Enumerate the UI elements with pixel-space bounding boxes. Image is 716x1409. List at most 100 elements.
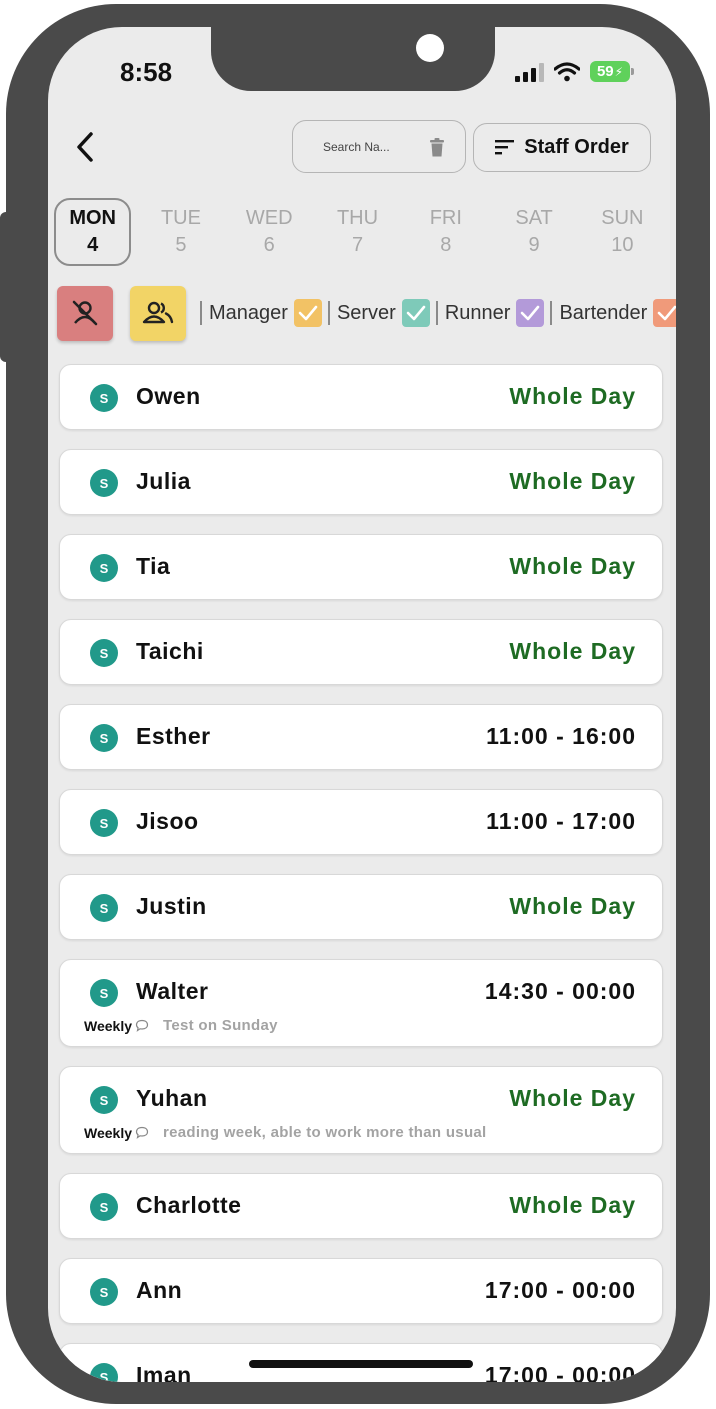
day-name: SAT <box>515 207 553 229</box>
staff-role-badge: S <box>90 809 118 837</box>
staff-card[interactable]: S Walter 14:30 - 00:00 Weekly Test on Su… <box>59 959 663 1047</box>
staff-card[interactable]: S Yuhan Whole Day Weekly reading week, a… <box>59 1066 663 1154</box>
availability-time: Whole Day <box>509 1085 636 1111</box>
staff-role-badge: S <box>90 639 118 667</box>
status-time: 8:58 <box>120 57 173 87</box>
role-checkbox[interactable] <box>516 299 545 327</box>
staff-order-label: Staff Order <box>524 136 629 158</box>
day-tab-wed[interactable]: WED 6 <box>231 198 308 266</box>
staff-card[interactable]: S Esther 11:00 - 16:00 <box>59 704 663 770</box>
staff-name: Esther <box>136 723 211 749</box>
day-number: 5 <box>175 234 187 256</box>
app-screen: 8:58 59⚡ Staff Order <box>48 27 676 1382</box>
availability-time: 11:00 - 17:00 <box>486 808 636 834</box>
check-icon <box>298 305 318 321</box>
divider <box>435 301 438 325</box>
frequency-label: Weekly <box>84 1124 132 1141</box>
divider <box>327 301 330 325</box>
role-filter-server[interactable]: Server <box>327 299 430 327</box>
users-icon <box>142 301 174 324</box>
day-name: FRI <box>429 207 462 229</box>
staff-card[interactable]: S Owen Whole Day <box>59 364 663 430</box>
staff-name: Jisoo <box>136 808 199 834</box>
staff-role-badge: S <box>90 1193 118 1221</box>
availability-time: 17:00 - 00:00 <box>484 1362 636 1382</box>
staff-card[interactable]: S Ann 17:00 - 00:00 <box>59 1258 663 1324</box>
staff-name: Charlotte <box>136 1192 242 1218</box>
battery-level: 59 <box>596 63 614 80</box>
role-label: Manager <box>209 301 288 324</box>
role-filter-bartender[interactable]: Bartender <box>550 299 676 327</box>
divider <box>200 301 202 325</box>
status-icons: 59 ⚡ <box>515 61 634 82</box>
availability-time: Whole Day <box>509 383 636 409</box>
comment-text: reading week, able to work more than usu… <box>163 1124 487 1141</box>
battery-indicator: 59 ⚡ <box>590 61 634 82</box>
availability-time: Whole Day <box>509 553 636 579</box>
staff-card[interactable]: S Charlotte Whole Day <box>59 1173 663 1239</box>
back-button[interactable] <box>70 127 100 167</box>
role-checkbox[interactable] <box>293 299 322 327</box>
availability-time: 11:00 - 16:00 <box>486 723 636 749</box>
staff-role-badge: S <box>90 979 118 1007</box>
day-tab-tue[interactable]: TUE 5 <box>142 198 219 266</box>
staff-role-badge: S <box>90 894 118 922</box>
day-number: 9 <box>528 234 540 256</box>
staff-name: Iman <box>136 1362 192 1382</box>
staff-role-badge: S <box>90 384 118 412</box>
trash-icon[interactable] <box>429 138 445 157</box>
staff-list: S Owen Whole Day S Julia Whole Day S Tia… <box>59 364 663 1382</box>
unavailable-filter-button[interactable] <box>57 285 113 341</box>
staff-name: Ann <box>136 1277 183 1303</box>
staff-card[interactable]: S Justin Whole Day <box>59 874 663 940</box>
availability-time: 17:00 - 00:00 <box>484 1277 636 1303</box>
availability-time: Whole Day <box>509 1192 636 1218</box>
search-input[interactable] <box>321 138 415 155</box>
staff-name: Walter <box>136 978 209 1004</box>
day-number: 6 <box>263 234 275 256</box>
day-tab-mon[interactable]: MON 4 <box>54 198 132 266</box>
back-icon <box>77 132 93 162</box>
availability-time: Whole Day <box>509 468 636 494</box>
sort-icon <box>495 140 515 155</box>
role-checkbox[interactable] <box>653 299 676 327</box>
role-filter-runner[interactable]: Runner <box>435 299 545 327</box>
check-icon <box>521 305 540 321</box>
day-tab-thu[interactable]: THU 7 <box>319 198 396 266</box>
staff-card[interactable]: S Julia Whole Day <box>59 449 663 515</box>
day-name: TUE <box>160 207 201 229</box>
comment-bubble-icon <box>135 1126 149 1139</box>
divider <box>550 301 553 325</box>
day-selector: MON 4 TUE 5 WED 6 THU 7 FRI 8 SAT 9 SUN 10 <box>54 198 672 266</box>
home-indicator[interactable] <box>249 1360 473 1368</box>
staff-card[interactable]: S Tia Whole Day <box>59 534 663 600</box>
availability-note: Weekly Test on Sunday <box>84 1017 278 1034</box>
staff-card[interactable]: S Jisoo 11:00 - 17:00 <box>59 789 663 855</box>
availability-time: 14:30 - 00:00 <box>484 978 636 1004</box>
day-name: MON <box>69 207 116 229</box>
role-filter-row: Manager Server Runner Bartender <box>57 285 676 341</box>
staff-card[interactable]: S Taichi Whole Day <box>59 619 663 685</box>
role-filter-manager[interactable]: Manager <box>200 299 322 327</box>
day-number: 4 <box>87 234 99 256</box>
day-number: 7 <box>351 234 364 256</box>
staff-name: Owen <box>136 383 201 409</box>
day-tab-fri[interactable]: FRI 8 <box>407 198 484 266</box>
staff-name: Taichi <box>136 638 204 664</box>
role-checkbox[interactable] <box>401 299 430 327</box>
comment-text: Test on Sunday <box>163 1017 278 1034</box>
day-tab-sat[interactable]: SAT 9 <box>495 198 572 266</box>
role-label: Bartender <box>559 301 648 324</box>
day-name: THU <box>336 207 379 229</box>
search-box <box>292 120 466 173</box>
staff-name: Julia <box>136 468 191 494</box>
check-icon <box>406 305 426 321</box>
available-filter-button[interactable] <box>130 285 186 341</box>
day-name: SUN <box>601 207 644 229</box>
staff-name: Yuhan <box>136 1085 208 1111</box>
staff-role-badge: S <box>90 1278 118 1306</box>
staff-order-button[interactable]: Staff Order <box>473 123 651 172</box>
day-tab-sun[interactable]: SUN 10 <box>584 198 661 266</box>
wifi-icon <box>554 61 580 81</box>
availability-note: Weekly reading week, able to work more t… <box>84 1124 487 1141</box>
